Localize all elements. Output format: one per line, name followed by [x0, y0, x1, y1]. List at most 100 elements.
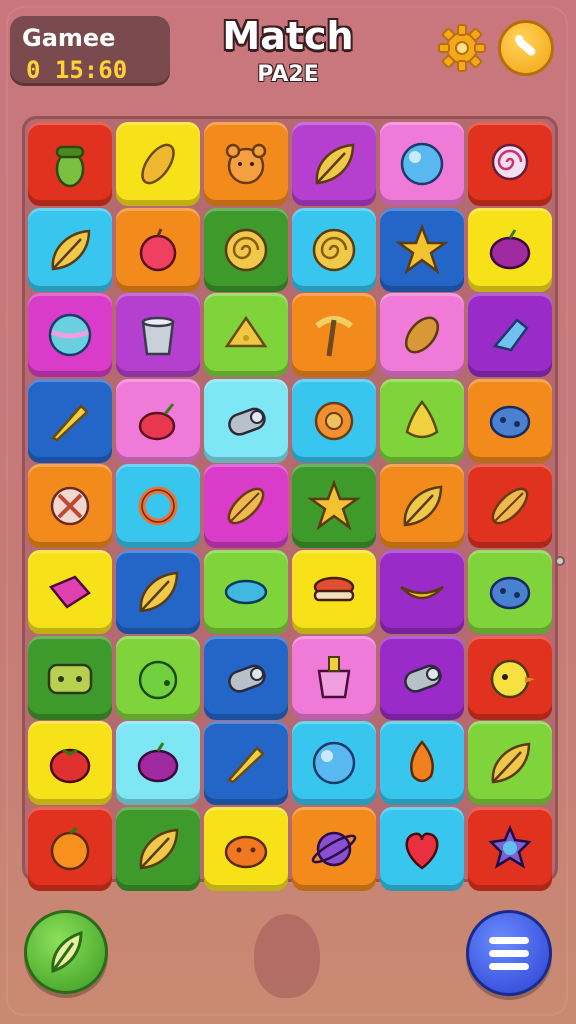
sound-button[interactable]: [498, 20, 554, 76]
board-tile[interactable]: [204, 635, 288, 720]
board-tile[interactable]: [204, 806, 288, 891]
ball-icon: [48, 313, 92, 357]
cherry-icon: [138, 402, 176, 441]
fish-icon: [224, 579, 268, 605]
board-tile[interactable]: [468, 122, 552, 206]
board-tile[interactable]: [292, 122, 376, 206]
game-title: Match: [222, 14, 354, 58]
lime-icon: [138, 660, 178, 699]
gear-icon: [438, 24, 486, 72]
bear-icon: [225, 143, 267, 185]
board-tile[interactable]: [380, 806, 464, 891]
star-icon: [395, 223, 449, 274]
log-icon: [404, 664, 442, 693]
board-tile[interactable]: [28, 550, 112, 634]
board-tile[interactable]: [28, 721, 112, 806]
board-tile[interactable]: [292, 635, 376, 720]
board-tile[interactable]: [28, 207, 112, 292]
board-tile[interactable]: [292, 378, 376, 463]
board-tile[interactable]: [468, 550, 552, 634]
game-board: [22, 116, 558, 891]
board-tile[interactable]: [292, 207, 376, 292]
board-tile[interactable]: [380, 378, 464, 463]
log-icon: [228, 664, 266, 693]
menu-button[interactable]: [466, 910, 552, 996]
board-tile[interactable]: [116, 464, 200, 549]
pretzel-icon: [138, 486, 178, 526]
board-tile[interactable]: [116, 721, 200, 806]
board-tile[interactable]: [204, 293, 288, 378]
board-tile[interactable]: [116, 378, 200, 463]
board-tile[interactable]: [116, 635, 200, 720]
board-tile[interactable]: [204, 550, 288, 634]
lollipop-icon: [491, 143, 529, 181]
stone-icon: [489, 405, 531, 439]
board-tile[interactable]: [380, 464, 464, 549]
board-tile[interactable]: [116, 293, 200, 378]
chick-icon: [490, 659, 535, 698]
carrot-icon: [50, 403, 89, 442]
board-tile[interactable]: [380, 122, 464, 206]
board-tile[interactable]: [292, 806, 376, 891]
apple-icon: [139, 228, 177, 271]
board-tile[interactable]: [380, 635, 464, 720]
board-tile[interactable]: [468, 207, 552, 292]
board-tile[interactable]: [468, 806, 552, 891]
flower-icon: [314, 401, 354, 441]
board-tile[interactable]: [28, 378, 112, 463]
board-tile[interactable]: [116, 122, 200, 206]
board-tile[interactable]: [204, 721, 288, 806]
board-tile[interactable]: [28, 122, 112, 206]
leaf-icon: [51, 930, 83, 974]
board-tile[interactable]: [116, 207, 200, 292]
board-tile[interactable]: [468, 721, 552, 806]
board-tile[interactable]: [380, 207, 464, 292]
board-tile[interactable]: [28, 806, 112, 891]
star-icon: [307, 479, 361, 531]
board-tile[interactable]: [292, 550, 376, 634]
board-tile[interactable]: [28, 293, 112, 378]
board-tile[interactable]: [204, 464, 288, 549]
heart-icon: [405, 832, 439, 870]
orb-icon: [312, 741, 356, 785]
board-tile[interactable]: [204, 207, 288, 292]
leaf-icon: [403, 486, 443, 527]
board-tile[interactable]: [380, 293, 464, 378]
menu-icon: [489, 937, 529, 970]
board-tile[interactable]: [468, 293, 552, 378]
board-tile[interactable]: [116, 806, 200, 891]
board-tile[interactable]: [116, 550, 200, 634]
planet-icon: [311, 831, 357, 867]
feather-icon: [227, 488, 265, 525]
gem-icon: [48, 575, 91, 609]
board-tile[interactable]: [204, 378, 288, 463]
egg-decoration: [254, 914, 320, 998]
shell-icon: [488, 824, 532, 869]
board-tile[interactable]: [468, 378, 552, 463]
board-tile[interactable]: [28, 635, 112, 720]
hint-button[interactable]: [24, 910, 108, 994]
bucket-icon: [141, 316, 175, 356]
leaf-icon: [51, 229, 91, 270]
board-tile[interactable]: [468, 635, 552, 720]
board-tile[interactable]: [292, 293, 376, 378]
pinecone-icon: [404, 316, 440, 354]
leaf-icon: [315, 143, 355, 185]
board-tile[interactable]: [292, 721, 376, 806]
berry-icon: [137, 742, 179, 783]
tools-icon: [50, 487, 90, 526]
swirl-icon: [312, 228, 356, 271]
board-tile[interactable]: [292, 464, 376, 549]
board-tile[interactable]: [380, 550, 464, 634]
leaf-icon: [139, 828, 179, 870]
acorn-icon: [55, 145, 85, 188]
board-tile[interactable]: [468, 464, 552, 549]
burger-icon: [313, 576, 355, 602]
board-tile[interactable]: [28, 464, 112, 549]
log-icon: [228, 407, 266, 436]
board-tile[interactable]: [380, 721, 464, 806]
settings-button[interactable]: [436, 22, 488, 74]
cup-icon: [317, 655, 351, 698]
scroll-indicator[interactable]: [555, 556, 565, 566]
board-tile[interactable]: [204, 122, 288, 206]
